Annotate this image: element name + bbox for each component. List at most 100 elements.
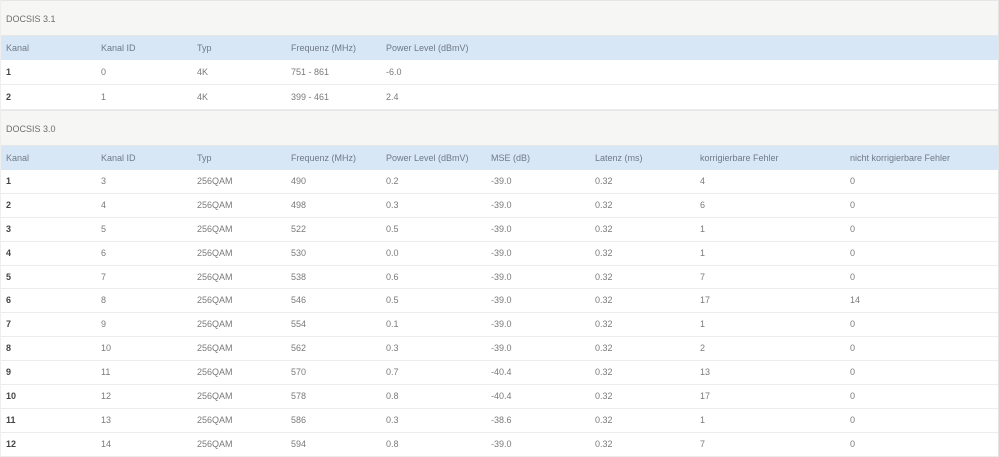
cell-typ: 256QAM bbox=[197, 414, 233, 425]
cell-korrigierbare-fehler: 7 bbox=[700, 271, 706, 282]
cell-kanal-id: 12 bbox=[101, 391, 112, 402]
cell-latenz: 0.32 bbox=[595, 391, 613, 402]
cell-typ: 256QAM bbox=[197, 319, 233, 330]
cell-frequenz: 751 - 861 bbox=[291, 67, 330, 77]
cell-kanal-id: 11 bbox=[101, 367, 111, 378]
cell-frequenz: 586 bbox=[291, 414, 307, 425]
cell-power-level: 0.6 bbox=[386, 271, 399, 282]
table-row: 1 0 4K 751 - 861 -6.0 bbox=[1, 60, 998, 85]
cell-kanal-id: 0 bbox=[101, 67, 107, 77]
cell-frequenz: 570 bbox=[291, 367, 307, 378]
cell-kanal: 11 bbox=[6, 414, 16, 425]
cell-power-level: 2.4 bbox=[386, 92, 399, 102]
cell-latenz: 0.32 bbox=[595, 343, 613, 354]
column-header-power-level: Power Level (dBmV) bbox=[386, 43, 469, 53]
cell-frequenz: 490 bbox=[291, 176, 307, 186]
cell-kanal-id: 4 bbox=[101, 199, 107, 210]
table-row: 1 3 256QAM 490 0.2 -39.0 0.32 4 0 bbox=[1, 170, 998, 194]
table-row: 7 9 256QAM 554 0.1 -39.0 0.32 1 0 bbox=[1, 313, 998, 338]
cell-mse: -39.0 bbox=[491, 247, 512, 258]
table-header-row: Kanal Kanal ID Typ Frequenz (MHz) Power Leve… bbox=[1, 146, 998, 170]
cell-latenz: 0.32 bbox=[595, 438, 613, 449]
table-row: 2 4 256QAM 498 0.3 -39.0 0.32 6 0 bbox=[1, 194, 998, 218]
cell-mse: -40.4 bbox=[491, 367, 512, 378]
cell-frequenz: 530 bbox=[291, 247, 307, 258]
cell-typ: 256QAM bbox=[197, 295, 233, 306]
column-header-kanal: Kanal bbox=[6, 43, 30, 53]
cell-frequenz: 554 bbox=[291, 319, 307, 330]
cell-frequenz: 538 bbox=[291, 271, 307, 282]
cell-latenz: 0.32 bbox=[595, 223, 613, 234]
docsis30-title: DOCSIS 3.0 bbox=[1, 110, 998, 146]
table-row: 3 5 256QAM 522 0.5 -39.0 0.32 1 0 bbox=[1, 218, 998, 242]
cell-kanal: 4 bbox=[6, 247, 12, 258]
cell-nicht-korrigierbare-fehler: 0 bbox=[850, 343, 856, 354]
cell-typ: 256QAM bbox=[197, 343, 233, 354]
cell-power-level: 0.3 bbox=[386, 343, 399, 354]
table-row: 6 8 256QAM 546 0.5 -39.0 0.32 17 14 bbox=[1, 289, 998, 314]
cell-kanal: 5 bbox=[6, 271, 12, 282]
column-header-frequenz: Frequenz (MHz) bbox=[291, 153, 357, 163]
cell-power-level: 0.7 bbox=[386, 367, 399, 378]
cell-kanal-id: 8 bbox=[101, 295, 107, 306]
cell-kanal-id: 3 bbox=[101, 176, 107, 186]
cell-nicht-korrigierbare-fehler: 0 bbox=[850, 367, 856, 378]
cell-power-level: 0.3 bbox=[386, 414, 399, 425]
cell-korrigierbare-fehler: 1 bbox=[700, 223, 706, 234]
cell-typ: 256QAM bbox=[197, 367, 233, 378]
cell-latenz: 0.32 bbox=[595, 367, 613, 378]
cell-typ: 256QAM bbox=[197, 223, 233, 234]
cell-frequenz: 594 bbox=[291, 438, 307, 449]
cell-frequenz: 399 - 461 bbox=[291, 92, 330, 102]
cell-korrigierbare-fehler: 17 bbox=[700, 391, 711, 402]
cell-kanal: 2 bbox=[6, 92, 12, 102]
column-header-mse: MSE (dB) bbox=[491, 153, 531, 163]
cell-kanal: 10 bbox=[6, 391, 17, 402]
cell-power-level: 0.5 bbox=[386, 295, 399, 306]
cell-latenz: 0.32 bbox=[595, 176, 613, 186]
cell-frequenz: 562 bbox=[291, 343, 307, 354]
table-row: 11 13 256QAM 586 0.3 -38.6 0.32 1 0 bbox=[1, 409, 998, 433]
cell-kanal-id: 6 bbox=[101, 247, 107, 258]
cell-power-level: 0.8 bbox=[386, 391, 399, 402]
cell-power-level: -6.0 bbox=[386, 67, 402, 77]
cell-power-level: 0.1 bbox=[386, 319, 399, 330]
column-header-kanal: Kanal bbox=[6, 153, 30, 163]
cell-power-level: 0.0 bbox=[386, 247, 399, 258]
cell-kanal: 1 bbox=[6, 176, 12, 186]
cell-nicht-korrigierbare-fehler: 0 bbox=[850, 176, 856, 186]
cell-typ: 256QAM bbox=[197, 199, 233, 210]
cell-frequenz: 522 bbox=[291, 223, 307, 234]
cell-kanal-id: 5 bbox=[101, 223, 107, 234]
column-header-power-level: Power Level (dBmV) bbox=[386, 153, 469, 163]
cell-korrigierbare-fehler: 4 bbox=[700, 176, 706, 186]
cell-latenz: 0.32 bbox=[595, 319, 613, 330]
cell-nicht-korrigierbare-fehler: 0 bbox=[850, 391, 856, 402]
cell-latenz: 0.32 bbox=[595, 247, 613, 258]
cell-latenz: 0.32 bbox=[595, 295, 613, 306]
cell-nicht-korrigierbare-fehler: 0 bbox=[850, 199, 856, 210]
cell-frequenz: 578 bbox=[291, 391, 307, 402]
cell-mse: -39.0 bbox=[491, 223, 512, 234]
cell-mse: -39.0 bbox=[491, 199, 512, 210]
cell-korrigierbare-fehler: 1 bbox=[700, 319, 706, 330]
cell-mse: -39.0 bbox=[491, 319, 512, 330]
cell-korrigierbare-fehler: 6 bbox=[700, 199, 706, 210]
cell-typ: 4K bbox=[197, 67, 209, 77]
table-row: 10 12 256QAM 578 0.8 -40.4 0.32 17 0 bbox=[1, 385, 998, 409]
docsis31-table: Kanal Kanal ID Typ Frequenz (MHz) Power Leve… bbox=[1, 36, 998, 110]
column-header-latenz: Latenz (ms) bbox=[595, 153, 643, 163]
cell-kanal: 1 bbox=[6, 67, 12, 77]
docsis31-title: DOCSIS 3.1 bbox=[1, 0, 998, 36]
cell-mse: -38.6 bbox=[491, 414, 512, 425]
cell-power-level: 0.8 bbox=[386, 438, 399, 449]
cell-latenz: 0.32 bbox=[595, 271, 613, 282]
column-header-korrigierbare-fehler: korrigierbare Fehler bbox=[700, 153, 779, 163]
cell-latenz: 0.32 bbox=[595, 414, 613, 425]
table-header-row: Kanal Kanal ID Typ Frequenz (MHz) Power Leve… bbox=[1, 36, 998, 60]
cell-korrigierbare-fehler: 2 bbox=[700, 343, 706, 354]
cell-nicht-korrigierbare-fehler: 0 bbox=[850, 271, 856, 282]
cell-kanal-id: 9 bbox=[101, 319, 107, 330]
table-row: 4 6 256QAM 530 0.0 -39.0 0.32 1 0 bbox=[1, 242, 998, 266]
cell-typ: 256QAM bbox=[197, 271, 233, 282]
